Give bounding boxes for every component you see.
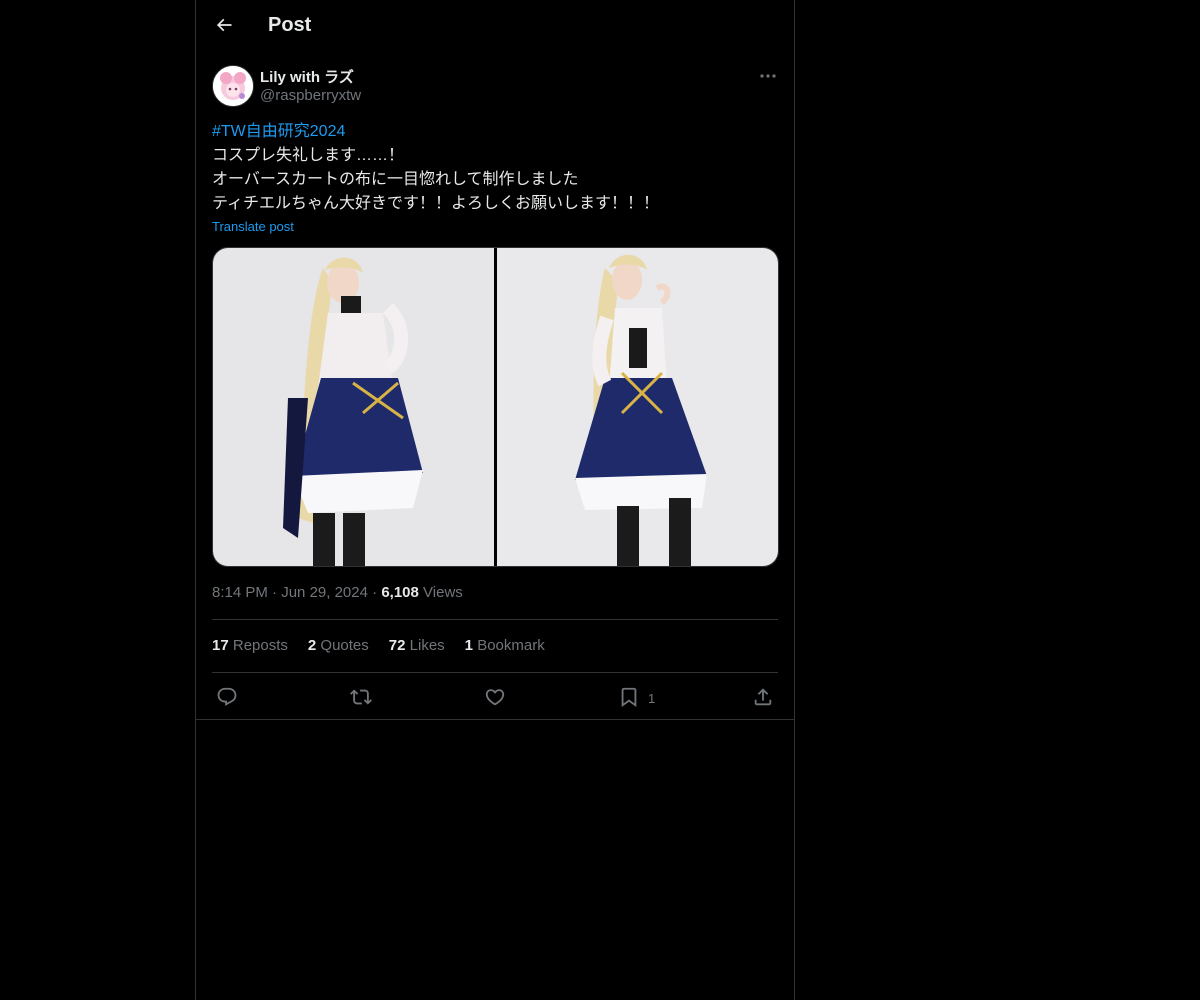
bookmarks-stat[interactable]: 1 Bookmark [465,637,545,654]
bookmark-count: 1 [648,691,656,706]
post-time[interactable]: 8:14 PM [212,584,268,601]
repost-button[interactable] [350,686,372,711]
likes-count: 72 [388,637,406,654]
share-button[interactable] [752,686,774,711]
avatar[interactable] [212,65,254,107]
share-icon [752,686,774,711]
views-count: 6,108 [381,584,419,601]
photo-right[interactable] [497,248,778,566]
divider [212,672,778,673]
action-bar: 1 [196,682,794,712]
quotes-stat[interactable]: 2 Quotes [308,637,369,654]
like-icon [484,686,506,711]
author-handle[interactable]: @raspberryxtw [260,87,361,104]
reposts-count: 17 [212,637,229,654]
translate-post-link[interactable]: Translate post [212,219,294,234]
header: Post [196,0,794,54]
bookmarks-label: Bookmark [477,637,545,654]
meta-separator: · [272,584,278,601]
more-icon [759,66,777,84]
engagement-stats: 17 Reposts 2 Quotes 72 Likes 1 Bookmark [212,637,545,654]
post-column: Post Lily with ラズ @raspberryxtw #TW自由研究2… [195,0,795,1000]
post-date[interactable]: Jun 29, 2024 [281,584,368,601]
like-button[interactable] [484,686,506,711]
photo-left[interactable] [213,248,494,566]
back-arrow-icon [214,15,234,40]
bookmarks-count: 1 [464,637,474,654]
back-button[interactable] [208,11,240,43]
bookmark-button[interactable]: 1 [618,686,655,711]
post-meta: 8:14 PM · Jun 29, 2024 · 6,108 Views [212,584,463,601]
more-button[interactable] [756,66,780,84]
post-line: ティチエルちゃん大好きです！！よろしくお願いします！！！ [212,195,660,212]
author-name[interactable]: Lily with ラズ [260,66,354,87]
post-text: #TW自由研究2024 コスプレ失礼します……！ オーバースカートの布に一目惚れ… [212,120,778,216]
quotes-count: 2 [307,637,317,654]
reposts-stat[interactable]: 17 Reposts [212,637,288,654]
bookmark-icon [618,686,640,711]
reply-icon [216,686,238,711]
repost-icon [350,686,372,711]
quotes-label: Quotes [320,637,369,654]
divider [196,719,794,720]
post-line: コスプレ失礼します……！ [212,147,405,164]
media-grid [212,247,779,567]
likes-label: Likes [409,637,445,654]
post-line: オーバースカートの布に一目惚れして制作しました [212,171,579,188]
reply-button[interactable] [216,686,238,711]
divider [212,619,778,620]
hashtag-link[interactable]: #TW自由研究2024 [212,123,345,140]
page-title: Post [268,14,312,36]
meta-separator: · [372,584,378,601]
views-label: Views [423,584,463,601]
reposts-label: Reposts [232,637,288,654]
likes-stat[interactable]: 72 Likes [389,637,445,654]
